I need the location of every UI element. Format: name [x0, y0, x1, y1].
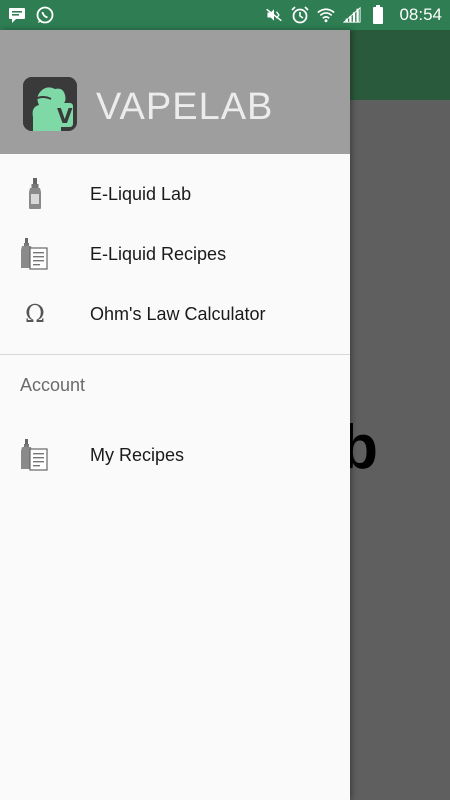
battery-icon	[369, 5, 387, 24]
whatsapp-icon	[36, 6, 54, 24]
message-icon	[8, 6, 26, 24]
mute-icon	[265, 6, 283, 24]
drawer-menu: E-Liquid Lab E-Liquid Recipes Ω Ohm's La…	[0, 154, 350, 344]
drawer-header: V VAPELAB	[0, 30, 350, 154]
status-bar: 08:54	[0, 0, 450, 30]
menu-item-label: E-Liquid Recipes	[90, 243, 227, 264]
status-time: 08:54	[399, 5, 442, 24]
signal-icon	[343, 6, 362, 24]
bottle-recipe-icon	[20, 237, 50, 271]
menu-item-label: Ohm's Law Calculator	[90, 303, 266, 324]
wifi-icon	[317, 6, 336, 24]
omega-icon: Ω	[25, 300, 45, 328]
menu-item-eliquid-lab[interactable]: E-Liquid Lab	[0, 164, 350, 224]
bottle-icon	[20, 177, 50, 211]
svg-text:V: V	[57, 104, 73, 128]
account-menu: My Recipes	[0, 397, 350, 485]
menu-item-label: E-Liquid Lab	[90, 183, 192, 204]
menu-item-label: My Recipes	[90, 444, 185, 465]
menu-item-my-recipes[interactable]: My Recipes	[0, 425, 350, 485]
navigation-drawer: V VAPELAB E-Liquid Lab E-Liquid Recipes …	[0, 30, 350, 800]
menu-item-ohms-law-calculator[interactable]: Ω Ohm's Law Calculator	[0, 284, 350, 344]
section-title-account: Account	[20, 375, 86, 395]
app-name: VAPELAB	[96, 86, 274, 128]
alarm-icon	[291, 6, 310, 24]
app-logo-icon: V	[23, 77, 77, 131]
bottle-recipe-icon	[20, 438, 50, 472]
menu-item-eliquid-recipes[interactable]: E-Liquid Recipes	[0, 224, 350, 284]
